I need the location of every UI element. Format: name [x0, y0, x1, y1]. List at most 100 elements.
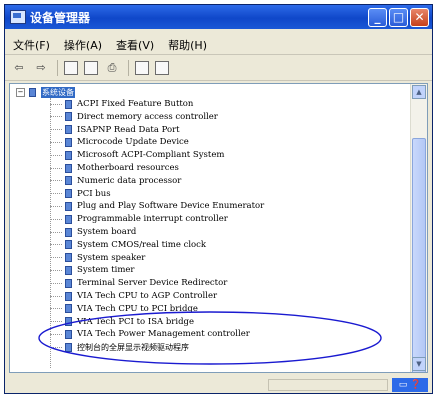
tree-connector	[50, 333, 62, 335]
device-icon	[65, 227, 72, 237]
tree-item-label: 控制台的全屏显示视频驱动程序	[77, 342, 189, 352]
tree-item[interactable]: VIA Tech CPU to PCI bridge	[50, 303, 198, 315]
device-manager-window: 设备管理器 _ □ ✕ 文件(F) 操作(A) 查看(V) 帮助(H) ⇦ ⇨ …	[4, 4, 433, 394]
scroll-thumb[interactable]	[412, 138, 426, 372]
tree-item[interactable]: Plug and Play Software Device Enumerator	[50, 200, 264, 212]
device-icon	[65, 265, 72, 275]
tree-connector	[50, 231, 62, 233]
device-icon	[65, 150, 72, 160]
tree-connector	[50, 346, 62, 348]
toolbar-separator	[128, 59, 129, 76]
tree-item-label: PCI bus	[77, 188, 111, 199]
tree-item[interactable]: PCI bus	[50, 188, 111, 200]
tree-connector	[50, 103, 62, 105]
tree-item-label: ISAPNP Read Data Port	[77, 124, 180, 135]
tree-item-label: System speaker	[77, 252, 146, 263]
vertical-scrollbar[interactable]: ▲ ▼	[410, 84, 427, 372]
device-icon	[65, 176, 72, 186]
tree-connector	[50, 282, 62, 284]
properties-icon[interactable]	[84, 60, 98, 75]
status-cell	[268, 379, 388, 391]
toolbar: ⇦ ⇨ ⎙	[5, 55, 432, 81]
tree-item[interactable]: System CMOS/real time clock	[50, 239, 206, 251]
tree-connector	[50, 193, 62, 195]
tree-item-label: ACPI Fixed Feature Button	[77, 99, 194, 109]
tree-connector	[50, 218, 62, 220]
tree-connector	[50, 129, 62, 131]
tree-item-label: VIA Tech CPU to AGP Controller	[77, 291, 218, 301]
tree-item[interactable]: System board	[50, 226, 136, 238]
scroll-up-button[interactable]: ▲	[412, 85, 426, 99]
tree-connector	[50, 205, 62, 207]
device-icon	[65, 137, 72, 147]
tree-connector	[50, 321, 62, 323]
tray-icons: ▭ ❓	[392, 378, 428, 392]
tree-connector	[50, 269, 62, 271]
status-bar: ▭ ❓	[9, 378, 428, 392]
device-icon	[65, 214, 72, 224]
device-icon	[65, 304, 72, 314]
tree-item-label: Motherboard resources	[77, 163, 179, 173]
tree-item-label: System timer	[77, 265, 135, 276]
tree-item-label: Microcode Update Device	[77, 137, 189, 148]
back-arrow-icon[interactable]: ⇦	[11, 60, 27, 76]
tree-item-label: Terminal Server Device Redirector	[77, 278, 228, 289]
scroll-down-button[interactable]: ▼	[412, 357, 426, 371]
tree-item[interactable]: System speaker	[50, 252, 145, 264]
tree-item[interactable]: System timer	[50, 264, 134, 276]
tree-item-label: Plug and Play Software Device Enumerator	[77, 201, 265, 212]
device-icon	[65, 189, 72, 199]
tree-item[interactable]: ISAPNP Read Data Port	[50, 124, 180, 136]
tree-connector	[50, 116, 62, 118]
device-icon	[65, 112, 72, 122]
menu-view[interactable]: 查看(V)	[116, 37, 154, 53]
menu-bar: 文件(F) 操作(A) 查看(V) 帮助(H)	[5, 35, 432, 55]
tree-root-label: 系统设备	[41, 87, 75, 98]
device-tree-panel: − 系统设备 ACPI Fixed Feature Button Direct m…	[9, 83, 428, 373]
collapse-icon[interactable]: −	[16, 88, 25, 97]
tree-item[interactable]: Microsoft ACPI-Compliant System	[50, 149, 224, 161]
tree-connector	[50, 257, 62, 259]
minimize-button[interactable]: _	[368, 7, 387, 27]
tree-item[interactable]: Numeric data processor	[50, 175, 181, 187]
tree-item[interactable]: 控制台的全屏显示视频驱动程序	[50, 341, 189, 353]
tree-item-label: VIA Tech Power Management controller	[77, 329, 250, 340]
tree-connector	[50, 244, 62, 246]
tree-item[interactable]: VIA Tech CPU to AGP Controller	[50, 290, 217, 302]
tree-item-label: Microsoft ACPI-Compliant System	[77, 150, 225, 161]
tree-connector	[50, 308, 62, 310]
close-button[interactable]: ✕	[410, 7, 429, 27]
device-icon	[65, 342, 72, 352]
tree-item[interactable]: Direct memory access controller	[50, 111, 218, 123]
tree-item[interactable]: Microcode Update Device	[50, 136, 189, 148]
tree-root-system-devices[interactable]: − 系统设备	[16, 87, 75, 98]
console-tree-icon[interactable]	[64, 60, 78, 75]
device-icon	[65, 125, 72, 135]
tree-item-label: System board	[77, 227, 137, 237]
tree-item[interactable]: ACPI Fixed Feature Button	[50, 98, 193, 110]
device-icon	[65, 329, 72, 339]
device-icon	[65, 278, 72, 288]
menu-file[interactable]: 文件(F)	[13, 37, 50, 53]
device-icon	[65, 253, 72, 263]
menu-help[interactable]: 帮助(H)	[168, 37, 207, 53]
scan-hardware-icon[interactable]	[155, 60, 169, 75]
help-icon[interactable]	[135, 60, 149, 75]
menu-action[interactable]: 操作(A)	[64, 37, 102, 53]
window-title: 设备管理器	[30, 10, 91, 25]
tree-item[interactable]: Motherboard resources	[50, 162, 179, 174]
tree-item-label: Numeric data processor	[77, 175, 182, 186]
maximize-button[interactable]: □	[389, 7, 408, 27]
forward-arrow-icon[interactable]: ⇨	[33, 60, 49, 76]
tree-item[interactable]: Terminal Server Device Redirector	[50, 277, 227, 289]
tree-item[interactable]: VIA Tech Power Management controller	[50, 328, 250, 340]
device-icon	[65, 201, 72, 211]
device-manager-icon	[10, 10, 26, 24]
tree-item-label: Programmable interrupt controller	[77, 214, 228, 225]
system-device-icon	[29, 88, 36, 97]
print-icon[interactable]: ⎙	[104, 60, 120, 76]
tree-item[interactable]: Programmable interrupt controller	[50, 213, 228, 225]
tree-item[interactable]: VIA Tech PCI to ISA bridge	[50, 316, 194, 328]
device-icon	[65, 163, 72, 173]
tree-item-label: Direct memory access controller	[77, 111, 218, 122]
